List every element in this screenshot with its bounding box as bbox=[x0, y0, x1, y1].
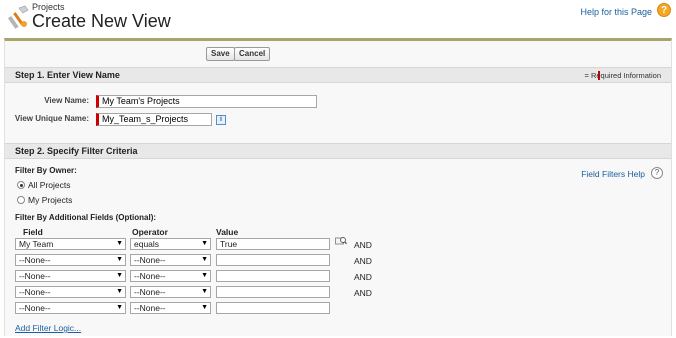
step1-header: Step 1. Enter View Name = Required Infor… bbox=[5, 67, 671, 83]
and-connector: AND bbox=[354, 288, 372, 298]
step2-title: Step 2. Specify Filter Criteria bbox=[15, 146, 138, 156]
question-icon[interactable]: ? bbox=[651, 167, 663, 179]
select-value: --None-- bbox=[134, 287, 166, 297]
dropdown-arrow-icon: ▼ bbox=[116, 240, 123, 247]
lookup-icon[interactable] bbox=[335, 236, 347, 246]
dropdown-arrow-icon: ▼ bbox=[201, 304, 208, 311]
dropdown-arrow-icon: ▼ bbox=[201, 256, 208, 263]
owner-option-label: My Projects bbox=[28, 195, 73, 205]
dropdown-arrow-icon: ▼ bbox=[116, 272, 123, 279]
filter-field-select[interactable]: --None-- ▼ bbox=[15, 302, 126, 314]
and-connector: AND bbox=[354, 256, 372, 266]
button-bar: Save Cancel bbox=[5, 41, 671, 67]
select-value: --None-- bbox=[19, 287, 51, 297]
step1-title: Step 1. Enter View Name bbox=[15, 70, 120, 80]
select-value: --None-- bbox=[134, 303, 166, 313]
and-connector: AND bbox=[354, 272, 372, 282]
owner-option-label: All Projects bbox=[28, 180, 71, 190]
required-information-text: = Required Information bbox=[584, 71, 661, 80]
page-header: Projects Create New View Help for this P… bbox=[0, 0, 676, 38]
filter-operator-select[interactable]: equals ▼ bbox=[130, 238, 211, 250]
col-operator: Operator bbox=[132, 227, 168, 237]
filter-value-input[interactable]: True bbox=[216, 238, 330, 250]
select-value: My Team bbox=[19, 239, 54, 249]
filter-field-select[interactable]: --None-- ▼ bbox=[15, 270, 126, 282]
filter-operator-select[interactable]: --None-- ▼ bbox=[130, 270, 211, 282]
filter-operator-select[interactable]: --None-- ▼ bbox=[130, 254, 211, 266]
select-value: --None-- bbox=[134, 271, 166, 281]
filter-field-select[interactable]: --None-- ▼ bbox=[15, 286, 126, 298]
filter-value-input[interactable] bbox=[216, 270, 330, 282]
dropdown-arrow-icon: ▼ bbox=[116, 256, 123, 263]
view-name-label: View Name: bbox=[44, 96, 89, 105]
owner-option-all[interactable]: All Projects bbox=[17, 180, 71, 190]
radio-checked-icon[interactable] bbox=[17, 181, 25, 189]
filter-value-input[interactable] bbox=[216, 286, 330, 298]
add-filter-logic-link[interactable]: Add Filter Logic... bbox=[15, 323, 81, 333]
save-button[interactable]: Save bbox=[206, 47, 235, 61]
dropdown-arrow-icon: ▼ bbox=[201, 272, 208, 279]
filter-by-owner-label: Filter By Owner: bbox=[15, 166, 77, 175]
and-connector: AND bbox=[354, 240, 372, 250]
additional-fields-label: Filter By Additional Fields (Optional): bbox=[15, 213, 157, 222]
filter-operator-select[interactable]: --None-- ▼ bbox=[130, 302, 211, 314]
select-value: --None-- bbox=[19, 271, 51, 281]
page-title: Create New View bbox=[32, 11, 171, 31]
filter-value-input[interactable] bbox=[216, 254, 330, 266]
filter-operator-select[interactable]: --None-- ▼ bbox=[130, 286, 211, 298]
owner-option-mine[interactable]: My Projects bbox=[17, 195, 72, 205]
view-unique-name-input[interactable]: My_Team_s_Projects bbox=[96, 113, 212, 126]
info-icon[interactable]: i bbox=[216, 115, 226, 125]
filter-field-select[interactable]: --None-- ▼ bbox=[15, 254, 126, 266]
radio-unchecked-icon[interactable] bbox=[17, 196, 25, 204]
select-value: --None-- bbox=[19, 255, 51, 265]
dropdown-arrow-icon: ▼ bbox=[201, 288, 208, 295]
help-circle-icon[interactable]: ? bbox=[657, 3, 671, 17]
dropdown-arrow-icon: ▼ bbox=[116, 304, 123, 311]
tools-icon bbox=[8, 5, 29, 29]
help-for-this-page-link[interactable]: Help for this Page bbox=[580, 7, 652, 17]
filter-field-select[interactable]: My Team ▼ bbox=[15, 238, 126, 250]
dropdown-arrow-icon: ▼ bbox=[116, 288, 123, 295]
filter-value-input[interactable] bbox=[216, 302, 330, 314]
view-unique-name-label: View Unique Name: bbox=[14, 114, 89, 123]
col-field: Field bbox=[23, 227, 43, 237]
step2-header: Step 2. Specify Filter Criteria bbox=[5, 143, 671, 159]
edit-view-panel: Save Cancel Step 1. Enter View Name = Re… bbox=[4, 38, 672, 336]
select-value: --None-- bbox=[134, 255, 166, 265]
view-name-input[interactable]: My Team's Projects bbox=[96, 95, 317, 108]
dropdown-arrow-icon: ▼ bbox=[201, 240, 208, 247]
field-filters-help-link[interactable]: Field Filters Help bbox=[581, 169, 645, 179]
select-value: equals bbox=[134, 239, 160, 249]
col-value: Value bbox=[216, 227, 239, 237]
select-value: --None-- bbox=[19, 303, 51, 313]
cancel-button[interactable]: Cancel bbox=[234, 47, 271, 61]
